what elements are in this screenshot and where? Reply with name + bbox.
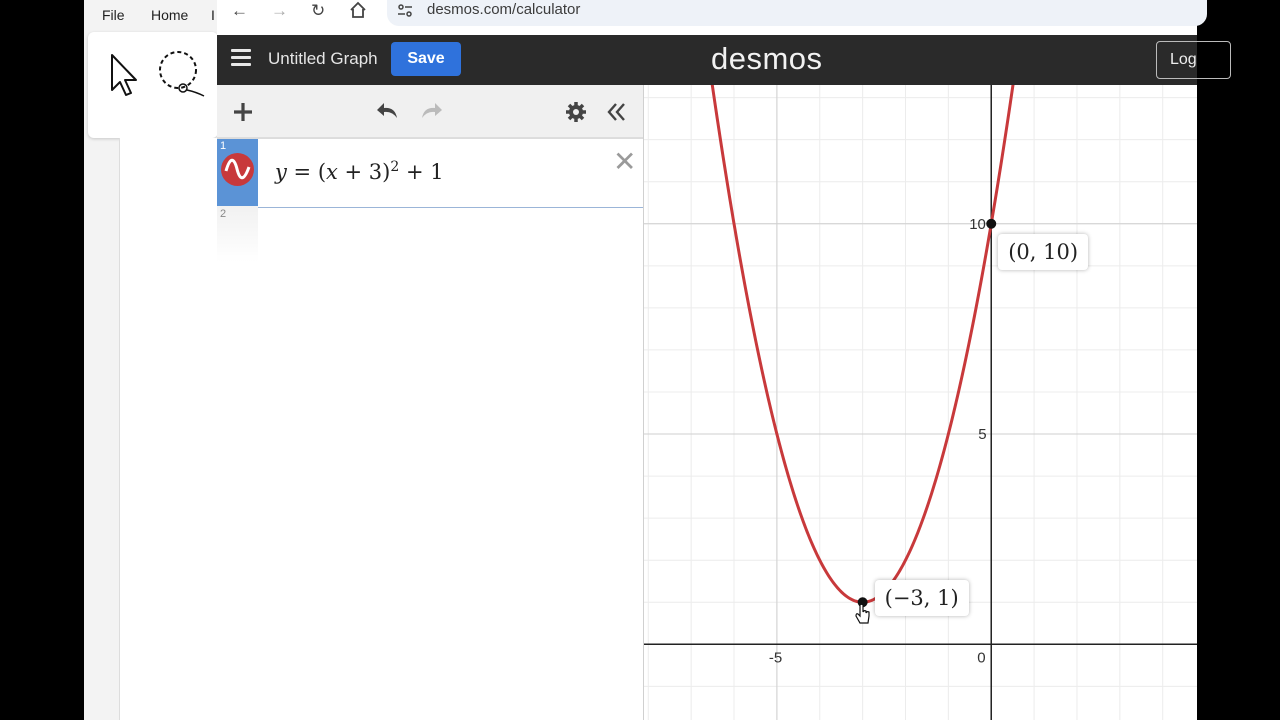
expression-tab-2[interactable]: 2 — [217, 206, 258, 262]
expression-index: 1 — [220, 140, 227, 152]
x-tick-label: -5 — [769, 649, 782, 666]
expression-row-1[interactable]: 1 y = (x + 3)2 + 1 ✕ — [217, 138, 643, 208]
back-icon[interactable]: ← — [231, 1, 248, 21]
delete-expression-icon[interactable]: ✕ — [613, 145, 636, 178]
point-label-callout[interactable]: (0, 10) — [998, 233, 1089, 270]
host-app-window: File Home I — [84, 0, 218, 720]
home-icon[interactable] — [349, 1, 367, 19]
host-canvas — [119, 138, 218, 720]
select-cursor-icon[interactable] — [108, 52, 142, 98]
desmos-header: Untitled Graph Save desmos Log — [217, 35, 1231, 85]
settings-gear-icon[interactable] — [565, 101, 587, 123]
login-button[interactable]: Log — [1156, 41, 1231, 79]
undo-icon[interactable] — [375, 101, 401, 121]
browser-toolbar: ← → ↻ desmos.com/calculator — [217, 0, 1207, 35]
menu-home[interactable]: Home — [151, 7, 188, 23]
url-text: desmos.com/calculator — [427, 1, 581, 18]
expression-tab-1[interactable]: 1 — [217, 139, 258, 207]
hand-cursor-icon — [855, 603, 870, 624]
forward-icon[interactable]: → — [271, 1, 288, 21]
expression-panel: 1 y = (x + 3)2 + 1 ✕ 2 — [217, 85, 644, 720]
expression-toolbar — [217, 85, 643, 138]
x-tick-label: 0 — [977, 649, 985, 666]
y-tick-label: 10 — [969, 216, 986, 233]
desmos-logo: desmos — [711, 41, 823, 76]
site-info-icon[interactable] — [397, 3, 413, 19]
lasso-select-icon[interactable] — [156, 48, 208, 98]
host-menubar: File Home I — [84, 0, 217, 32]
menu-file[interactable]: File — [102, 7, 125, 23]
address-bar[interactable]: desmos.com/calculator — [387, 0, 1207, 26]
graph-canvas[interactable]: -5 0 5 10 — [644, 85, 1197, 720]
collapse-panel-icon[interactable] — [606, 101, 628, 123]
parabola-curve — [710, 85, 1015, 604]
graph-paper[interactable]: -5 0 5 10 (−3, 1) (0, 10) — [644, 85, 1197, 720]
hamburger-menu-icon[interactable] — [231, 49, 251, 69]
menu-partial[interactable]: I — [211, 7, 215, 23]
save-button[interactable]: Save — [391, 42, 461, 76]
expression-index: 2 — [220, 208, 227, 220]
add-item-icon[interactable] — [232, 101, 254, 123]
graph-title[interactable]: Untitled Graph — [268, 49, 378, 69]
reload-icon[interactable]: ↻ — [311, 1, 325, 21]
host-tool-panel — [88, 32, 218, 138]
redo-icon[interactable] — [418, 101, 444, 121]
point-marker — [986, 218, 997, 229]
expression-input[interactable]: y = (x + 3)2 + 1 — [275, 159, 444, 184]
y-tick-label: 5 — [978, 426, 986, 443]
graph-style-icon[interactable] — [221, 153, 254, 186]
point-label-callout[interactable]: (−3, 1) — [874, 580, 969, 617]
